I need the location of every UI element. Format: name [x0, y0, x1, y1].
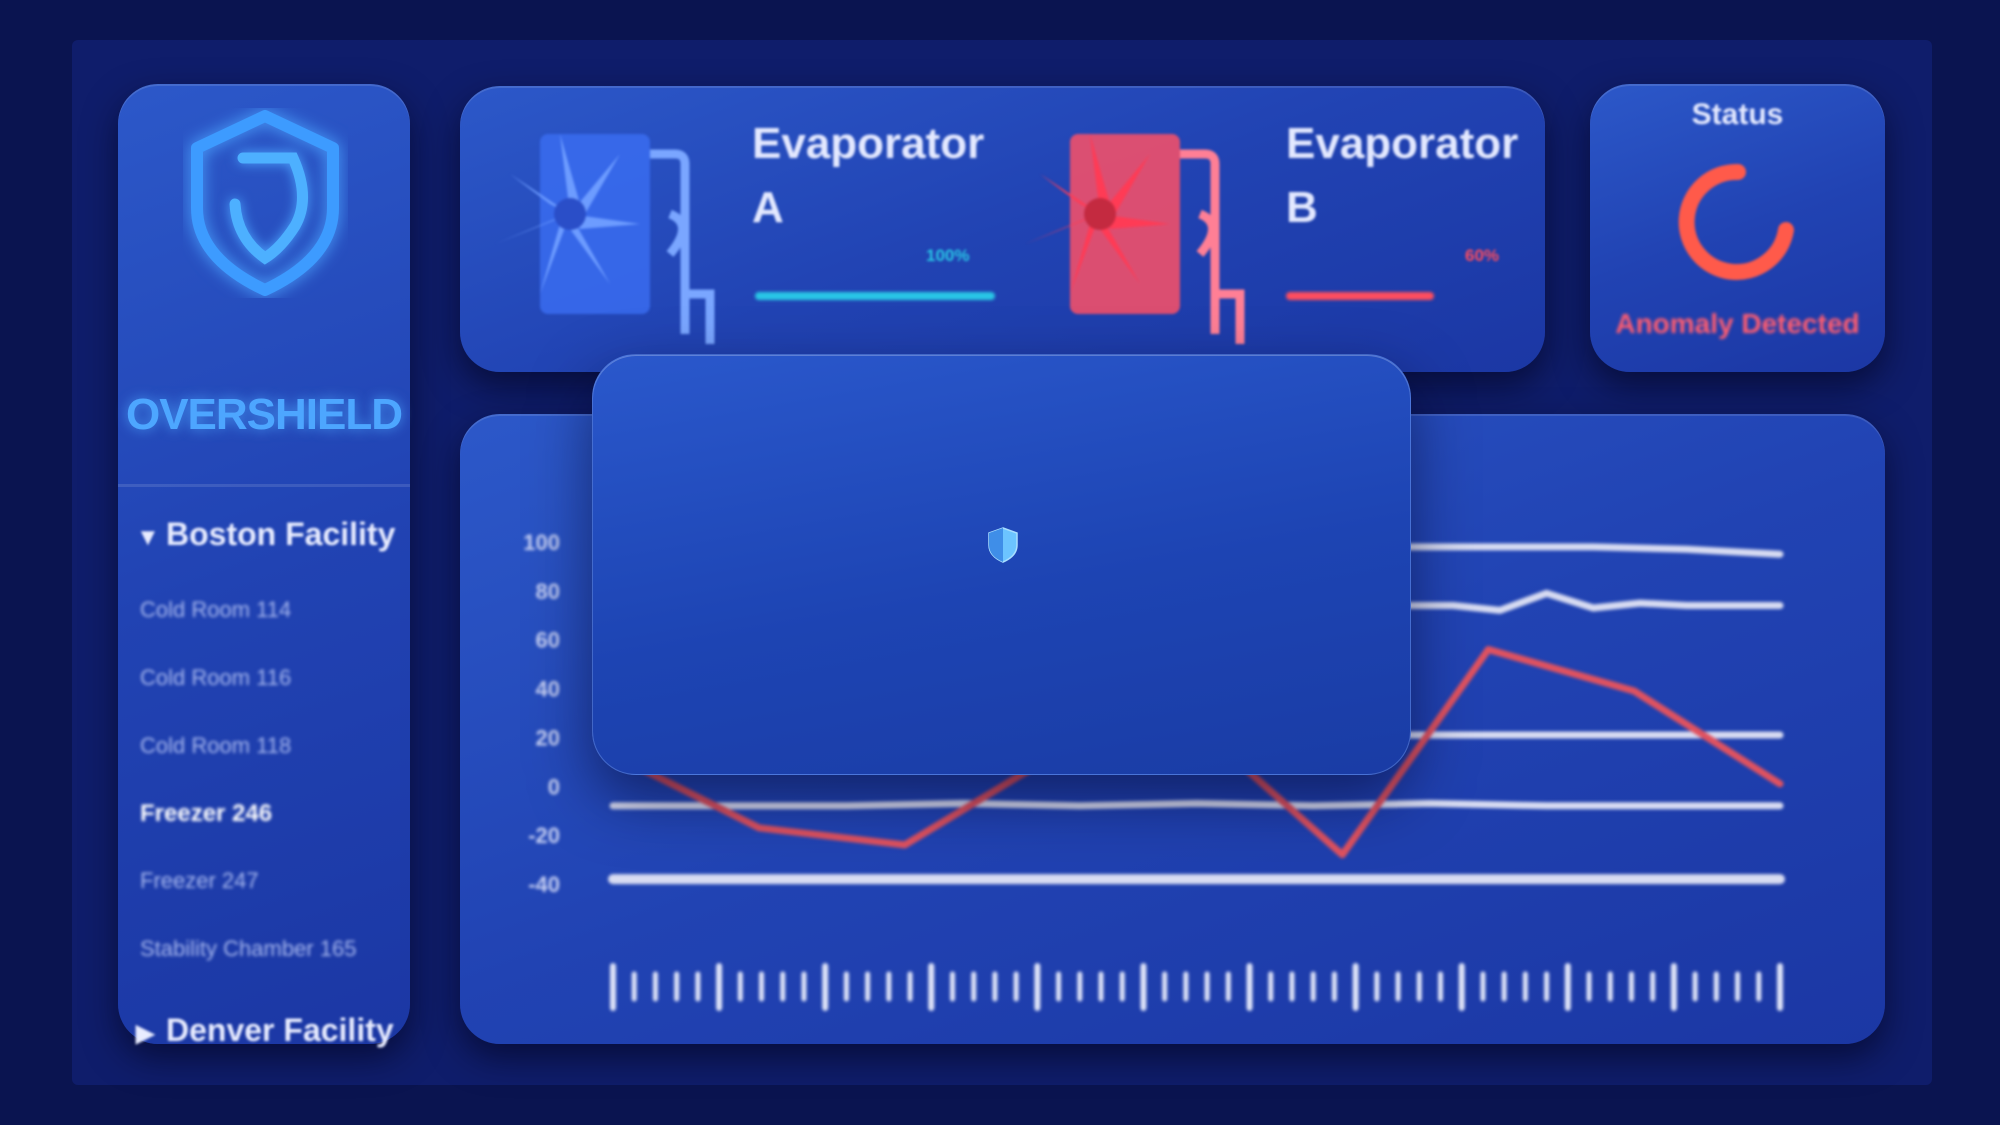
evaporator-title-line2: B — [1286, 183, 1318, 232]
facility-boston[interactable]: ▼ Boston Facility — [136, 516, 395, 553]
evaporator-a-level-bar — [755, 292, 995, 300]
evaporator-b-percent: 60% — [1465, 246, 1500, 265]
triangle-right-icon: ▶ — [136, 1020, 155, 1047]
fan-evaporator-icon — [495, 134, 715, 344]
y-tick-label: 0 — [548, 774, 560, 799]
facility-label: Denver Facility — [166, 1012, 394, 1048]
evaporator-a-title: Evaporator A — [752, 112, 984, 240]
shield-logo-icon — [191, 110, 339, 296]
y-tick-label: -20 — [528, 823, 560, 848]
evaporator-panel: Evaporator A 100% Evaporator B 60% — [460, 86, 1545, 372]
y-tick-label: 80 — [536, 579, 560, 604]
chart-series-line — [1403, 543, 1784, 558]
brand-name: OVERSHIELD — [125, 390, 403, 439]
evaporator-title-line2: A — [752, 183, 784, 232]
y-tick-label: 40 — [536, 677, 560, 702]
evaporator-b-level-bar — [1286, 292, 1434, 300]
sidebar-divider — [118, 484, 410, 487]
facility-denver[interactable]: ▶ Denver Facility — [136, 1012, 394, 1049]
chart-series-line — [1403, 589, 1784, 614]
evaporator-title-line1: Evaporator — [1286, 119, 1519, 168]
status-label: Status — [1691, 98, 1784, 131]
status-panel: Status Anomaly Detected — [1590, 84, 1885, 372]
chart-series-line — [609, 799, 1784, 810]
sidebar-room-cold-116[interactable]: Cold Room 116 — [140, 665, 291, 691]
sidebar-room-stability-165[interactable]: Stability Chamber 165 — [140, 936, 356, 962]
y-tick-label: 60 — [536, 628, 560, 653]
spinner-arc-icon — [1678, 163, 1794, 280]
sidebar-room-freezer-247[interactable]: Freezer 247 — [140, 868, 259, 894]
sidebar-room-freezer-246[interactable]: Freezer 246 — [140, 800, 272, 828]
y-tick-label: 20 — [536, 725, 560, 750]
triangle-down-icon: ▼ — [136, 524, 160, 551]
overlay-card[interactable] — [592, 354, 1411, 775]
evaporator-title-line1: Evaporator — [752, 119, 985, 168]
sidebar-room-cold-114[interactable]: Cold Room 114 — [140, 597, 291, 623]
y-tick-label: -40 — [528, 872, 560, 897]
facility-label: Boston Facility — [166, 516, 396, 552]
sidebar-room-cold-118[interactable]: Cold Room 118 — [140, 733, 291, 759]
anomaly-status-text: Anomaly Detected — [1615, 308, 1860, 339]
shield-icon — [988, 527, 1018, 563]
evaporator-a-percent: 100% — [926, 246, 970, 265]
fan-evaporator-icon — [1025, 134, 1245, 344]
evaporator-b-title: Evaporator B — [1286, 112, 1518, 240]
y-tick-label: 100 — [523, 530, 560, 555]
sidebar: OVERSHIELD ▼ Boston Facility Cold Room 11… — [118, 84, 410, 1048]
